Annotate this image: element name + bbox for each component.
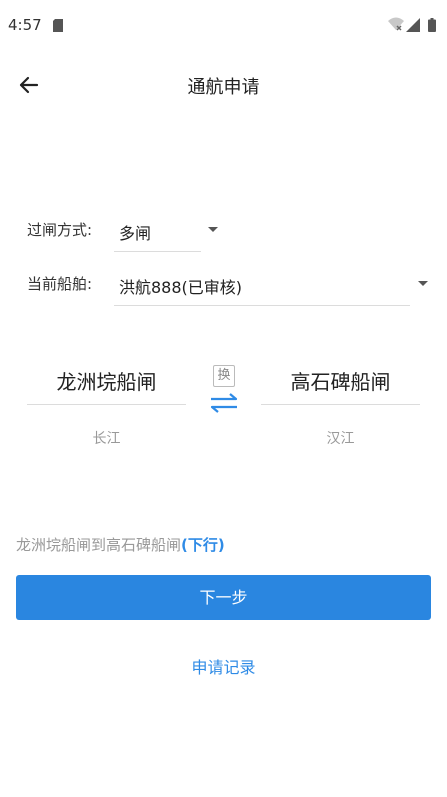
from-river: 长江 [92,431,121,447]
ship-value: 洪航888(已审核) [119,278,243,297]
swap-label: 换 [213,365,235,387]
ship-label: 当前船舶: [27,275,93,293]
from-lock-selector[interactable]: 龙洲垸船闸 [27,360,186,405]
signal-icon [406,18,420,32]
swap-button[interactable] [206,390,242,416]
application-records-link[interactable]: 申请记录 [0,654,447,678]
swap-arrows-icon [210,393,238,413]
next-step-button[interactable]: 下一步 [16,575,431,620]
route-direction: (下行) [181,536,225,554]
ship-select[interactable]: 洪航888(已审核) [114,262,434,306]
route-summary: 龙洲垸船闸到高石碑船闸(下行) [16,534,225,555]
chevron-down-icon [208,227,218,232]
to-river: 汉江 [326,431,355,447]
pass-mode-select[interactable]: 多闸 [114,208,226,252]
pass-mode-label: 过闸方式: [27,221,93,239]
pass-mode-value: 多闸 [119,224,152,243]
from-lock-underline [27,404,186,405]
chevron-down-icon [418,281,428,286]
battery-icon [428,18,436,32]
sim-card-icon [53,19,63,32]
wifi-icon [388,17,404,31]
pass-mode-underline [114,251,201,252]
from-lock-name: 龙洲垸船闸 [56,370,157,394]
page-title: 通航申请 [187,77,260,98]
route-summary-text: 龙洲垸船闸到高石碑船闸 [16,536,182,554]
ship-underline [114,305,410,306]
status-time: 4:57 [8,16,42,34]
to-lock-underline [261,404,420,405]
to-lock-name: 高石碑船闸 [290,370,391,394]
to-lock-selector[interactable]: 高石碑船闸 [261,360,420,405]
